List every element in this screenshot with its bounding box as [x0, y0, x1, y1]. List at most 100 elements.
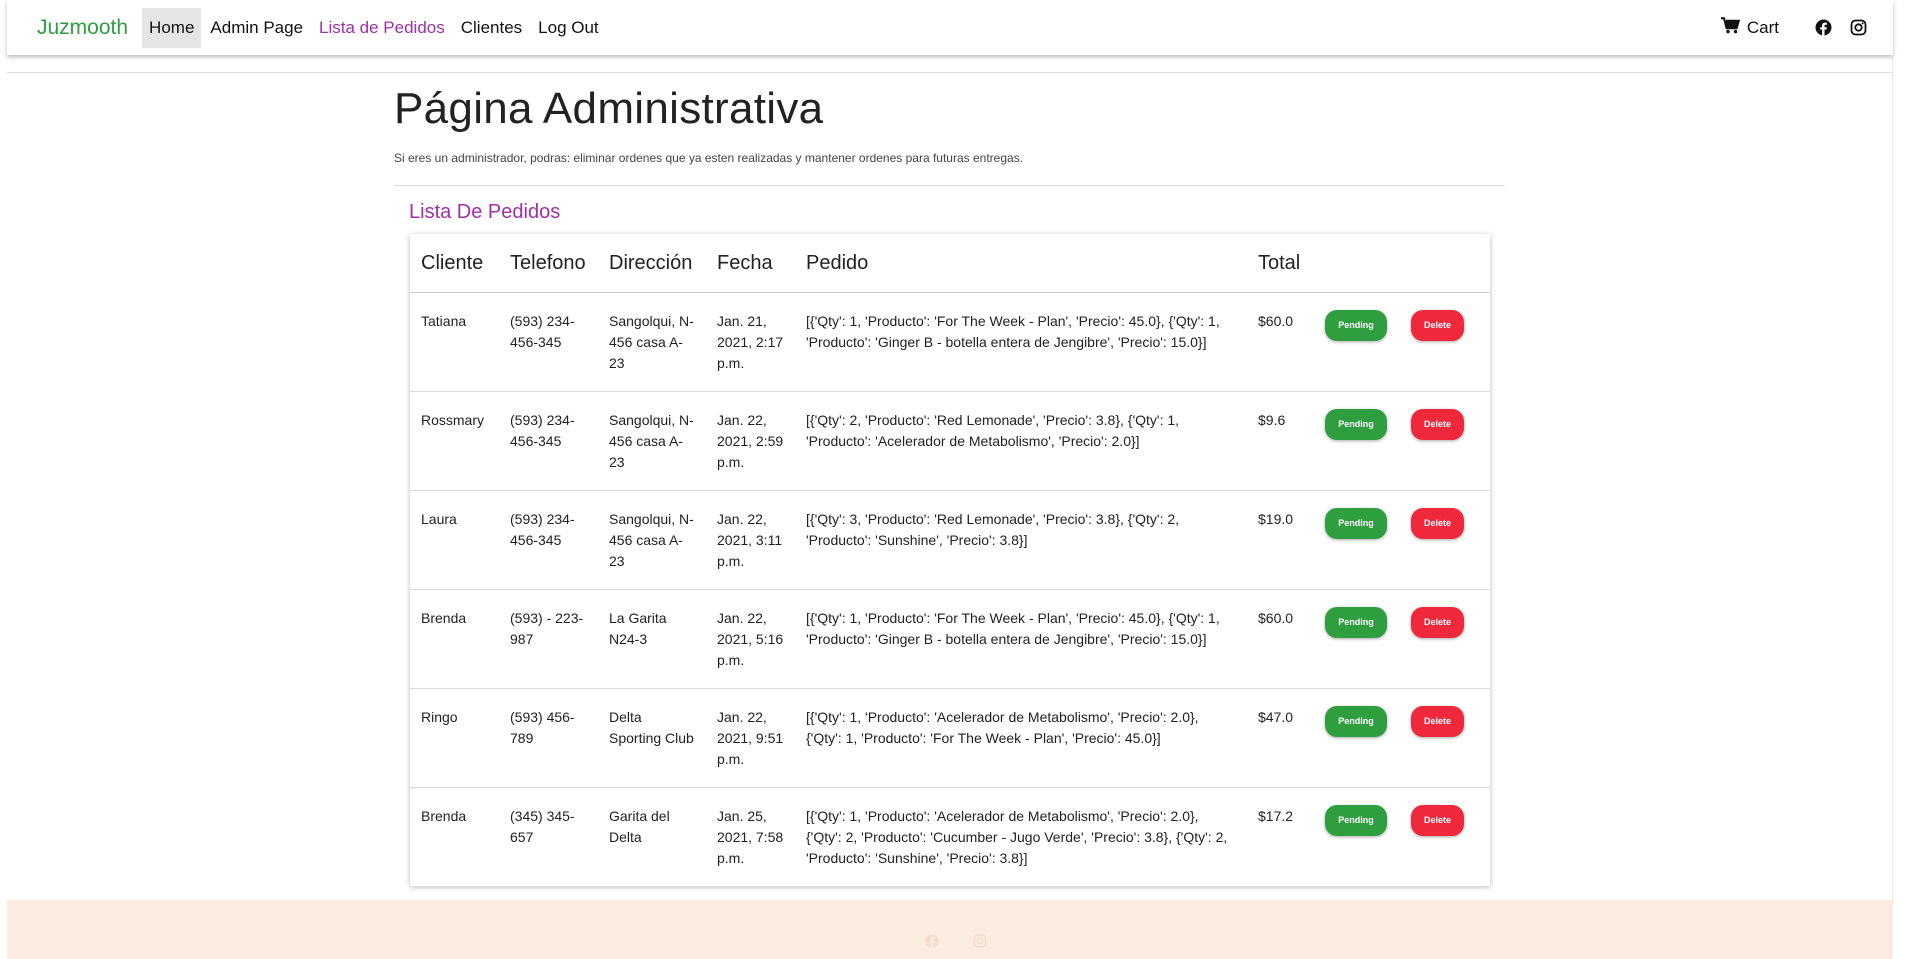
delete-button[interactable]: Delete: [1411, 706, 1464, 737]
delete-button[interactable]: Delete: [1411, 310, 1464, 341]
cell-cliente: Ringo: [410, 688, 499, 788]
cell-delete: Delete: [1400, 490, 1490, 590]
brand-logo[interactable]: Juzmooth: [37, 16, 128, 40]
cell-pending: Pending: [1314, 490, 1400, 590]
cell-total: $47.0: [1247, 688, 1314, 788]
cell-delete: Delete: [1400, 688, 1490, 788]
cell-delete: Delete: [1400, 292, 1490, 392]
orders-section-title: Lista De Pedidos: [409, 201, 561, 223]
cell-cliente: Rossmary: [410, 391, 499, 491]
cell-pedido: [{'Qty': 1, 'Producto': 'For The Week - …: [795, 292, 1247, 392]
cell-telefono: (593) 456-789: [499, 688, 598, 788]
cell-fecha: Jan. 22, 2021, 5:16 p.m.: [706, 589, 795, 689]
cell-pedido: [{'Qty': 1, 'Producto': 'Acelerador de M…: [806, 808, 1228, 866]
table-row: Tatiana (593) 234-456-345 Sangolqui, N-4…: [410, 292, 1490, 392]
cell-cliente: Tatiana: [410, 292, 499, 392]
page-title: Página Administrativa: [394, 84, 824, 133]
table-row: Brenda (593) - 223-987 La Garita N24-3 J…: [410, 589, 1490, 689]
cell-direccion: Sangolqui, N-456 casa A-23: [598, 292, 706, 392]
delete-button[interactable]: Delete: [1411, 409, 1464, 440]
pending-button[interactable]: Pending: [1325, 508, 1387, 539]
instagram-icon[interactable]: [1850, 19, 1867, 36]
cell-telefono: (593) 234-456-345: [499, 292, 598, 392]
delete-button[interactable]: Delete: [1411, 607, 1464, 638]
header-telefono: Telefono: [499, 234, 598, 293]
cart-icon: [1720, 16, 1747, 39]
nav-log-out[interactable]: Log Out: [531, 8, 606, 48]
cell-cliente: Brenda: [410, 589, 499, 689]
cell-direccion: Garita del Delta: [609, 808, 670, 845]
cell-direccion: Sangolqui, N-456 casa A-23: [598, 391, 706, 491]
top-divider: [7, 72, 1893, 73]
cell-delete: Delete: [1400, 589, 1490, 689]
cell-fecha: Jan. 22, 2021, 3:11 p.m.: [706, 490, 795, 590]
cell-telefono: (593) 234-456-345: [499, 490, 598, 590]
table-row: Brenda (345) 345-657 Garita del Delta Ja…: [410, 788, 1490, 887]
cell-telefono: (593) 234-456-345: [499, 391, 598, 491]
header-fecha: Fecha: [706, 234, 795, 293]
cell-pending: Pending: [1314, 688, 1400, 788]
cell-delete: Delete: [1400, 788, 1490, 887]
nav-home[interactable]: Home: [142, 7, 202, 48]
nav-clientes[interactable]: Clientes: [454, 8, 529, 48]
cell-pedido: [{'Qty': 1, 'Producto': 'Acelerador de M…: [795, 688, 1247, 788]
cell-total: $9.6: [1247, 391, 1314, 491]
cell-pending: Pending: [1314, 788, 1400, 887]
pending-button[interactable]: Pending: [1325, 310, 1387, 341]
cell-pending: Pending: [1314, 589, 1400, 689]
cell-total: $60.0: [1247, 589, 1314, 689]
cell-direccion: Delta Sporting Club: [598, 688, 706, 788]
section-divider: [394, 185, 1505, 186]
nav-lista-de-pedidos[interactable]: Lista de Pedidos: [312, 8, 452, 48]
delete-button[interactable]: Delete: [1411, 508, 1464, 539]
pending-button[interactable]: Pending: [1325, 607, 1387, 638]
footer-social-icons: [925, 934, 1021, 953]
table-header-row: Cliente Telefono Dirección Fecha Pedido …: [410, 234, 1490, 293]
page-scrollbar[interactable]: [1892, 0, 1907, 959]
pending-button[interactable]: Pending: [1325, 805, 1387, 836]
table-row: Laura (593) 234-456-345 Sangolqui, N-456…: [410, 490, 1490, 590]
cell-direccion: Sangolqui, N-456 casa A-23: [598, 490, 706, 590]
top-navbar: Juzmooth Home Admin Page Lista de Pedido…: [7, 0, 1893, 55]
page-description: Si eres un administrador, podras: elimin…: [394, 151, 1024, 165]
header-pedido: Pedido: [795, 234, 1247, 293]
cell-cliente: Laura: [410, 490, 499, 590]
cell-telefono: (593) - 223-987: [499, 589, 598, 689]
cell-direccion: La Garita N24-3: [598, 589, 706, 689]
nav-admin-page[interactable]: Admin Page: [203, 8, 310, 48]
cell-fecha: Jan. 21, 2021, 2:17 p.m.: [706, 292, 795, 392]
orders-table-body: Tatiana (593) 234-456-345 Sangolqui, N-4…: [410, 292, 1490, 887]
cell-fecha: Jan. 25, 2021, 7:58 p.m.: [717, 808, 784, 866]
cell-delete: Delete: [1400, 391, 1490, 491]
table-row: Ringo (593) 456-789 Delta Sporting Club …: [410, 688, 1490, 788]
cart-label: Cart: [1746, 17, 1779, 37]
nav-right-group: Cart: [1720, 16, 1867, 39]
cell-pedido: [{'Qty': 3, 'Producto': 'Red Lemonade', …: [795, 490, 1247, 590]
facebook-icon[interactable]: [925, 934, 939, 953]
cell-pedido: [{'Qty': 1, 'Producto': 'For The Week - …: [795, 589, 1247, 689]
delete-button[interactable]: Delete: [1411, 805, 1464, 836]
cell-cliente: Brenda: [421, 808, 467, 824]
orders-table: Cliente Telefono Dirección Fecha Pedido …: [410, 234, 1490, 886]
cell-pending: Pending: [1314, 391, 1400, 491]
page-footer: [7, 900, 1893, 959]
cell-pedido: [{'Qty': 2, 'Producto': 'Red Lemonade', …: [795, 391, 1247, 491]
cell-telefono: (345) 345-657: [510, 808, 575, 845]
header-cliente: Cliente: [410, 234, 499, 293]
cell-fecha: Jan. 22, 2021, 9:51 p.m.: [706, 688, 795, 788]
cell-fecha: Jan. 22, 2021, 2:59 p.m.: [706, 391, 795, 491]
header-direccion: Dirección: [598, 234, 706, 293]
cart-link[interactable]: Cart: [1720, 16, 1779, 39]
cell-total: $60.0: [1247, 292, 1314, 392]
facebook-icon[interactable]: [1815, 19, 1832, 36]
cell-total: $19.0: [1247, 490, 1314, 590]
cell-total: $17.2: [1258, 808, 1294, 824]
cell-pending: Pending: [1314, 292, 1400, 392]
table-row: Rossmary (593) 234-456-345 Sangolqui, N-…: [410, 391, 1490, 491]
header-delete-col: [1400, 234, 1490, 293]
instagram-icon[interactable]: [973, 934, 987, 953]
pending-button[interactable]: Pending: [1325, 706, 1387, 737]
orders-table-card: Cliente Telefono Dirección Fecha Pedido …: [410, 234, 1490, 886]
header-total: Total: [1247, 234, 1314, 293]
pending-button[interactable]: Pending: [1325, 409, 1387, 440]
